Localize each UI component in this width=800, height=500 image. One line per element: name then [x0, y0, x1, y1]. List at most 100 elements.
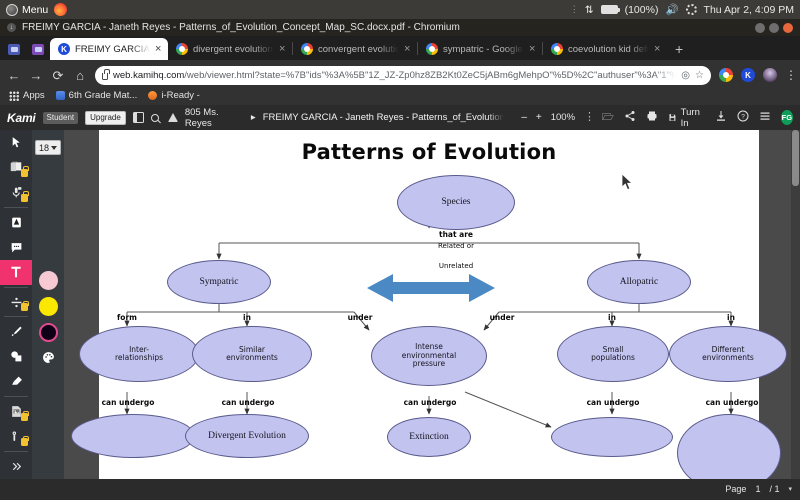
kebab-menu-icon[interactable]: ⋮ — [785, 72, 793, 79]
tab-close-icon[interactable]: × — [529, 44, 538, 55]
class-name[interactable]: 805 Ms. Reyes — [185, 107, 244, 129]
browser-tab-1[interactable]: divergent evolution kid × — [168, 38, 292, 60]
new-tab-button[interactable]: + — [667, 41, 691, 57]
document-canvas[interactable]: Patterns of Evolution — [64, 130, 791, 479]
text-tool[interactable] — [0, 260, 32, 285]
back-button[interactable]: ← — [7, 69, 21, 82]
color-swatch-black[interactable] — [39, 323, 58, 342]
insert-image-tool[interactable] — [0, 399, 32, 424]
node-divergent-evolution[interactable]: Divergent Evolution — [185, 414, 309, 458]
page-scrollbar[interactable]: ▴ — [791, 130, 800, 479]
zoom-more-icon[interactable]: ⋮ — [584, 114, 595, 121]
more-tools-button[interactable] — [0, 454, 32, 479]
tab-close-icon[interactable]: × — [654, 44, 663, 55]
bookmark-apps[interactable]: Apps — [9, 90, 45, 101]
help-icon[interactable]: ? — [737, 110, 749, 125]
bookmark-6th-grade-math[interactable]: 6th Grade Mat... — [56, 90, 138, 101]
node-extinction[interactable]: Extinction — [387, 417, 471, 457]
equation-tool[interactable] — [0, 290, 32, 315]
shapes-tool[interactable] — [0, 344, 32, 369]
color-swatch-yellow[interactable] — [39, 297, 58, 316]
forward-button[interactable]: → — [29, 69, 43, 82]
zoom-controls: – + 100% ⋮ — [521, 112, 595, 123]
chevron-down-icon[interactable]: ▾ — [788, 485, 792, 493]
firefox-icon[interactable] — [54, 3, 67, 16]
zoom-level[interactable]: 100% — [551, 112, 575, 123]
browser-tab-2[interactable]: convergent evolution k × — [293, 38, 417, 60]
user-avatar[interactable]: FG — [781, 110, 793, 125]
bookmark-iready[interactable]: i-Ready - — [148, 90, 200, 101]
circle-info-icon[interactable]: ◎ — [681, 70, 690, 81]
kami-extension-icon[interactable]: K — [741, 68, 755, 82]
hamburger-menu-icon[interactable] — [759, 110, 771, 125]
kami-drive-icon[interactable] — [168, 113, 178, 122]
open-folder-icon[interactable]: 🗁 — [602, 110, 614, 126]
font-size-selector[interactable]: 18 — [35, 140, 61, 155]
node-blank-3[interactable] — [677, 414, 781, 479]
comment-tool[interactable] — [0, 235, 32, 260]
node-small-populations[interactable]: Smallpopulations — [557, 326, 669, 382]
pinned-tab-1[interactable] — [2, 38, 26, 60]
draw-tool[interactable] — [0, 319, 32, 344]
select-tool[interactable] — [0, 130, 32, 155]
kami-logo[interactable]: Kami — [7, 111, 36, 125]
home-button[interactable]: ⌂ — [73, 69, 87, 82]
volume-icon[interactable]: 🔊 — [665, 3, 678, 16]
node-similar-environments[interactable]: Similarenvironments — [192, 326, 312, 382]
download-icon[interactable]: ↓ — [7, 23, 16, 32]
node-species[interactable]: Species — [397, 175, 515, 230]
google-extension-icon[interactable] — [719, 68, 733, 82]
download-icon[interactable] — [715, 110, 727, 125]
read-aloud-tool[interactable] — [0, 155, 32, 180]
scrollbar-thumb[interactable] — [792, 130, 799, 186]
signature-tool[interactable] — [0, 424, 32, 449]
node-different-environments[interactable]: Differentenvironments — [669, 326, 787, 382]
tab-label: convergent evolution k — [318, 44, 399, 55]
color-swatch-pink[interactable] — [39, 271, 58, 290]
pinned-tab-2[interactable] — [26, 38, 50, 60]
maximize-button[interactable] — [769, 23, 779, 33]
battery-icon[interactable] — [601, 5, 618, 14]
reload-button[interactable]: ⟳ — [51, 69, 65, 82]
close-button[interactable] — [783, 23, 793, 33]
node-sympatric[interactable]: Sympatric — [167, 260, 271, 304]
voice-comment-tool[interactable] — [0, 180, 32, 205]
edge-label-in-1: in — [219, 313, 275, 322]
highlight-tool[interactable] — [0, 210, 32, 235]
node-intense-environmental-pressure[interactable]: Intenseenvironmentalpressure — [371, 326, 487, 386]
bookmark-star-icon[interactable]: ☆ — [695, 70, 704, 81]
zoom-in-button[interactable]: + — [536, 112, 542, 123]
share-icon[interactable] — [624, 110, 636, 125]
node-blank-2[interactable] — [551, 417, 673, 457]
minimize-button[interactable] — [755, 23, 765, 33]
os-menu-button[interactable]: Menu — [6, 4, 48, 16]
search-icon[interactable] — [151, 114, 161, 122]
color-palette-icon[interactable] — [42, 351, 55, 367]
node-allopatric[interactable]: Allopatric — [587, 260, 691, 304]
page-current[interactable]: 1 — [755, 484, 760, 494]
browser-tab-4[interactable]: coevolution kid definit × — [543, 38, 667, 60]
tab-close-icon[interactable]: × — [155, 44, 164, 55]
updates-arrows-icon[interactable]: ⇅ — [585, 4, 594, 16]
print-icon[interactable] — [646, 110, 658, 125]
side-panel-icon[interactable] — [133, 112, 144, 123]
browser-window-titlebar: ↓ FREIMY GARCIA - Janeth Reyes - Pattern… — [0, 19, 800, 36]
turn-in-button[interactable]: Turn In — [668, 107, 705, 129]
battery-percent: (100%) — [625, 4, 659, 16]
zoom-out-button[interactable]: – — [521, 112, 527, 123]
node-blank-1[interactable] — [71, 414, 195, 458]
eraser-tool[interactable] — [0, 369, 32, 394]
browser-tab-3[interactable]: sympatric - Google Sear × — [418, 38, 542, 60]
tab-close-icon[interactable]: × — [404, 44, 413, 55]
mouse-cursor — [622, 174, 634, 191]
clock[interactable]: Thu Apr 2, 4:09 PM — [704, 4, 794, 16]
pdf-page[interactable]: Patterns of Evolution — [99, 130, 759, 479]
address-bar[interactable]: web.kamihq.com/web/viewer.html?state=%7B… — [95, 66, 711, 85]
browser-tab-0[interactable]: K FREIMY GARCIA - Janet × — [50, 38, 168, 60]
tab-close-icon[interactable]: × — [279, 44, 288, 55]
profile-avatar[interactable] — [763, 68, 777, 82]
gear-icon[interactable] — [686, 4, 697, 15]
upgrade-button[interactable]: Upgrade — [85, 111, 126, 125]
node-inter-relationships[interactable]: Inter-relationships — [79, 326, 199, 382]
lock-icon — [102, 73, 108, 80]
